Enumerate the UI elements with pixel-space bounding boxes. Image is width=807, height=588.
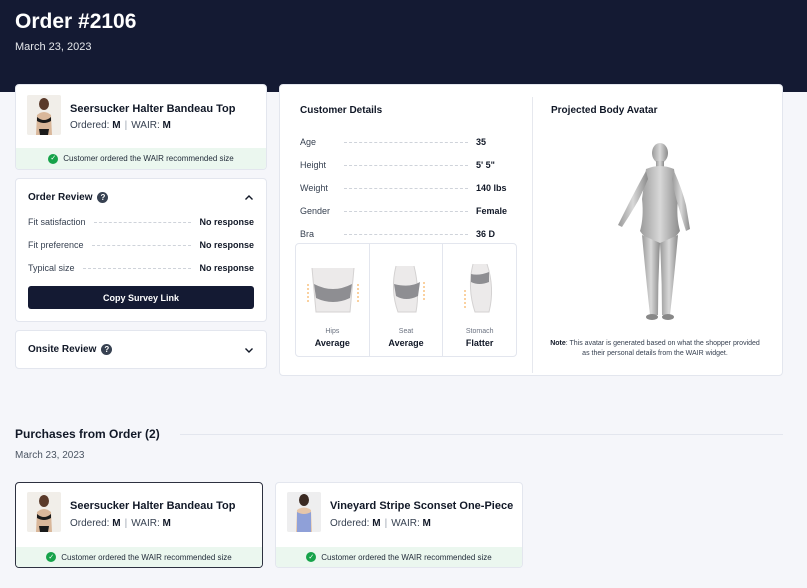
shape-value: Flatter bbox=[465, 338, 494, 348]
panel-divider bbox=[532, 97, 533, 373]
recommendation-banner: ✓ Customer ordered the WAIR recommended … bbox=[16, 547, 262, 567]
product-sizes: Ordered: M | WAIR: M bbox=[70, 120, 171, 131]
shape-label: Stomach bbox=[465, 328, 494, 335]
typical-size-row: Typical size No response bbox=[28, 263, 254, 273]
body-shape-panel: Hips Average Seat Average Stomach Flatte… bbox=[295, 243, 517, 357]
customer-details-card: Customer Details Age 35 Height 5' 5" Weigh… bbox=[279, 84, 783, 376]
height-row: Height 5' 5" bbox=[300, 160, 495, 170]
hips-shape: Hips Average bbox=[296, 244, 370, 356]
check-circle-icon: ✓ bbox=[306, 552, 317, 562]
shape-label: Seat bbox=[398, 328, 414, 335]
stomach-illustration bbox=[464, 263, 493, 313]
help-icon[interactable]: ? bbox=[97, 192, 109, 203]
onsite-review-card[interactable]: Onsite Review ? bbox=[15, 330, 267, 369]
product-name: Vineyard Stripe Sconset One-Piece bbox=[330, 500, 514, 512]
product-sizes: Ordered: M | WAIR: M bbox=[330, 518, 431, 529]
recommendation-banner: ✓ Customer ordered the WAIR recommended … bbox=[276, 547, 522, 567]
product-name: Seersucker Halter Bandeau Top bbox=[70, 103, 236, 115]
product-thumbnail bbox=[27, 492, 61, 532]
chevron-up-icon[interactable] bbox=[244, 193, 254, 203]
order-date: March 23, 2023 bbox=[15, 41, 92, 53]
body-avatar-icon bbox=[618, 143, 690, 320]
product-name: Seersucker Halter Bandeau Top bbox=[70, 500, 236, 512]
product-thumbnail bbox=[287, 492, 321, 532]
purchases-date: March 23, 2023 bbox=[15, 450, 85, 461]
product-sizes: Ordered: M | WAIR: M bbox=[70, 518, 171, 529]
fit-satisfaction-row: Fit satisfaction No response bbox=[28, 217, 254, 227]
hips-illustration bbox=[307, 267, 359, 313]
order-review-title: Order Review ? bbox=[28, 192, 109, 203]
check-circle-icon: ✓ bbox=[48, 153, 59, 164]
copy-survey-link-button[interactable]: Copy Survey Link bbox=[28, 286, 254, 309]
avatar-note: Note: This avatar is generated based on … bbox=[550, 340, 760, 357]
seat-illustration bbox=[392, 265, 425, 313]
shape-value: Average bbox=[388, 338, 424, 348]
product-thumbnail bbox=[27, 95, 61, 135]
chevron-down-icon[interactable] bbox=[244, 345, 254, 355]
gender-row: Gender Female bbox=[300, 206, 508, 216]
shape-label: Hips bbox=[325, 328, 340, 335]
order-review-card: Order Review ? Fit satisfaction No respon… bbox=[15, 178, 267, 322]
fit-preference-row: Fit preference No response bbox=[28, 240, 254, 250]
order-header: Order #2106 March 23, 2023 bbox=[0, 0, 807, 92]
purchase-card-2[interactable]: Vineyard Stripe Sconset One-Piece Ordere… bbox=[275, 482, 523, 568]
customer-details-title: Customer Details bbox=[300, 105, 383, 116]
onsite-review-title: Onsite Review ? bbox=[28, 344, 113, 355]
weight-row: Weight 140 lbs bbox=[300, 183, 507, 193]
seat-shape: Seat Average bbox=[370, 244, 444, 356]
help-icon[interactable]: ? bbox=[101, 344, 113, 355]
avatar-title: Projected Body Avatar bbox=[551, 105, 658, 116]
stomach-shape: Stomach Flatter bbox=[443, 244, 516, 356]
purchases-title: Purchases from Order (2) bbox=[15, 427, 160, 441]
selected-product-card[interactable]: Seersucker Halter Bandeau Top Ordered: M… bbox=[15, 84, 267, 170]
purchase-card-1[interactable]: Seersucker Halter Bandeau Top Ordered: M… bbox=[15, 482, 263, 568]
page-title: Order #2106 bbox=[15, 10, 137, 33]
shape-value: Average bbox=[314, 338, 350, 348]
recommendation-banner: ✓ Customer ordered the WAIR recommended … bbox=[16, 148, 266, 169]
section-divider bbox=[180, 434, 783, 435]
bra-row: Bra 36 D bbox=[300, 229, 496, 239]
age-row: Age 35 bbox=[300, 137, 487, 147]
check-circle-icon: ✓ bbox=[46, 552, 57, 562]
